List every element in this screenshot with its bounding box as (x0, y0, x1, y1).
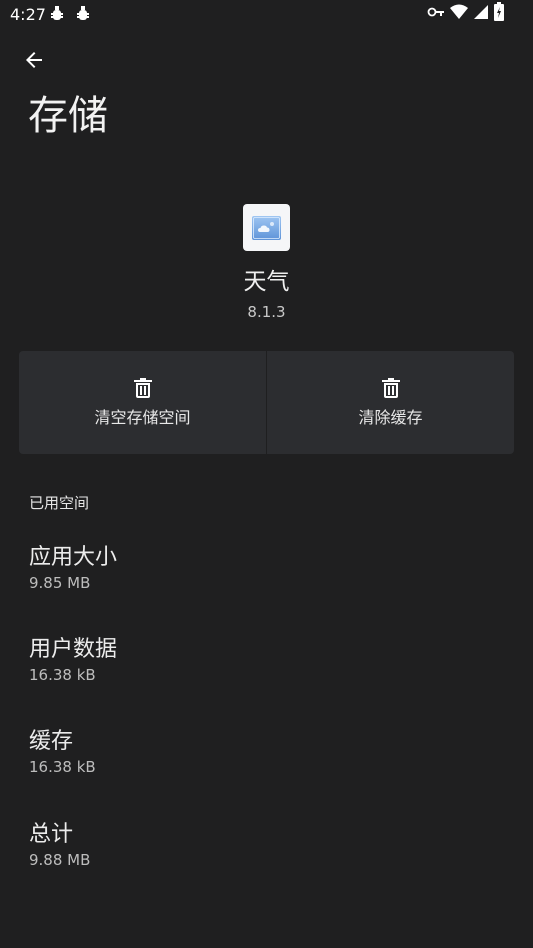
action-panel: 清空存储空间 清除缓存 (19, 351, 514, 454)
clear-cache-label: 清除缓存 (358, 408, 423, 427)
arrow-left-icon (22, 48, 46, 76)
clear-cache-button[interactable]: 清除缓存 (267, 351, 514, 454)
trash-icon (131, 376, 155, 400)
stat-label: 缓存 (29, 729, 74, 754)
trash-icon (379, 376, 403, 400)
status-time: 4:27 (10, 5, 46, 24)
signal-icon (473, 3, 489, 25)
clear-storage-button[interactable]: 清空存储空间 (19, 351, 266, 454)
app-name: 天气 (243, 269, 290, 295)
stat-item-total: 总计 9.88 MB (29, 820, 509, 870)
back-button[interactable] (14, 42, 54, 82)
weather-app-icon (243, 204, 290, 251)
stat-value: 16.38 kB (29, 666, 96, 684)
wifi-icon (449, 3, 469, 25)
stat-value: 9.88 MB (29, 851, 91, 869)
page-title: 存储 (28, 93, 108, 139)
stat-item-cache: 缓存 16.38 kB (29, 727, 509, 777)
status-bar: 4:27 (0, 0, 533, 30)
stat-item-app-size: 应用大小 9.85 MB (29, 543, 509, 593)
stat-label: 应用大小 (29, 545, 118, 570)
app-version: 8.1.3 (247, 303, 286, 321)
stat-value: 9.85 MB (29, 574, 91, 592)
stat-value: 16.38 kB (29, 758, 96, 776)
stat-label: 总计 (29, 822, 74, 847)
vpn-key-icon (427, 3, 445, 25)
debug-icon (74, 5, 92, 23)
battery-icon (493, 2, 505, 26)
clear-storage-label: 清空存储空间 (94, 408, 191, 427)
stat-item-user-data: 用户数据 16.38 kB (29, 635, 509, 685)
debug-icon (48, 5, 66, 23)
status-icons (427, 2, 505, 26)
section-header-used-space: 已用空间 (29, 494, 90, 512)
stat-label: 用户数据 (29, 637, 118, 662)
